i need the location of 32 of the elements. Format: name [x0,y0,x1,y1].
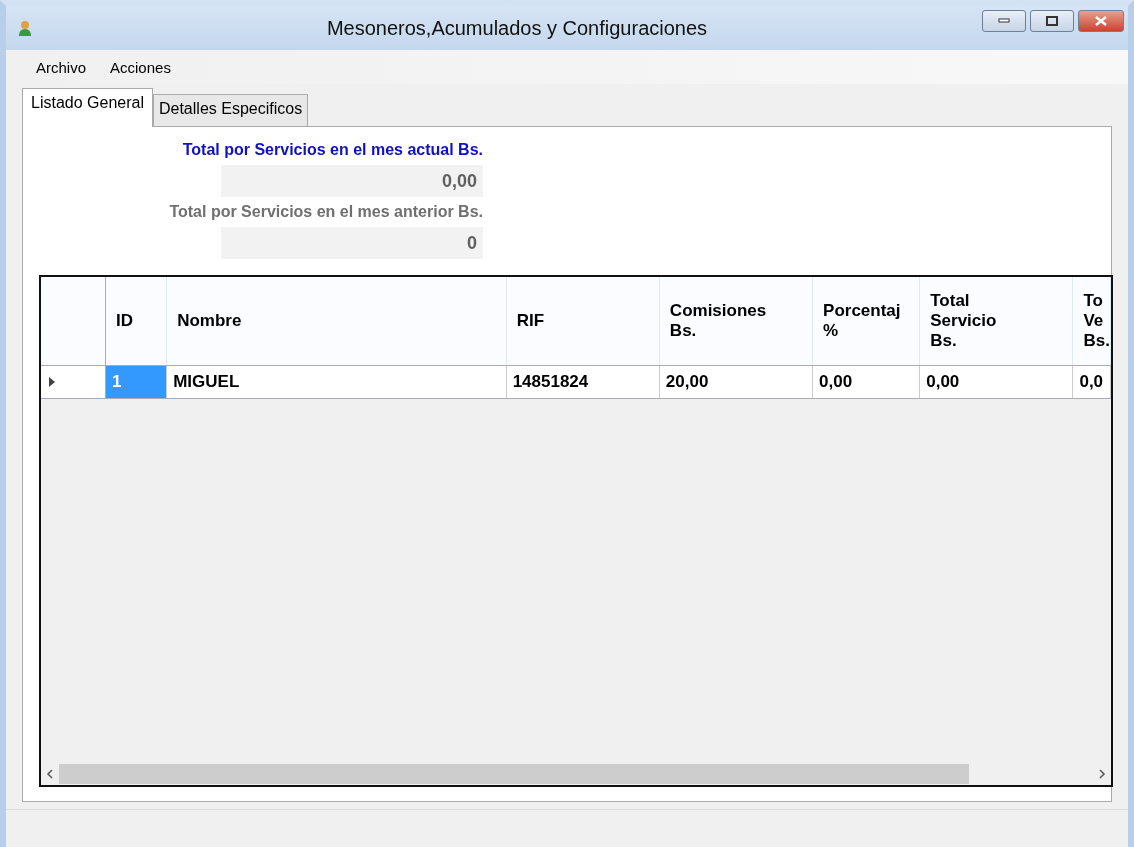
close-icon [1094,16,1108,26]
table-cell[interactable]: 0,0 [1072,365,1111,399]
total-label: Total por Servicios en el mes anterior Bs. [169,203,483,222]
scroll-thumb[interactable] [59,764,969,784]
scroll-left-icon[interactable] [45,768,55,780]
table-cell[interactable]: 20,00 [659,365,813,399]
person-icon [18,20,32,36]
table-cell[interactable]: 0,00 [812,365,920,399]
table-cell[interactable]: 14851824 [506,365,660,399]
column-header[interactable]: Nombre [166,277,507,366]
tab[interactable]: Listado General [22,88,153,127]
menu-item[interactable]: Archivo [28,55,95,79]
column-header[interactable]: Comisiones Bs. [659,277,813,366]
total-field: 0 [221,227,483,259]
column-header[interactable]: Total Servicio Bs. [919,277,1073,366]
scroll-right-icon[interactable] [1097,768,1107,780]
current-row-icon [49,377,55,387]
window-title: Mesoneros,Acumulados y Configuraciones [325,16,709,40]
maximize-button[interactable] [1030,10,1074,32]
minimize-icon [998,18,1010,24]
table-cell[interactable]: 0,00 [919,365,1073,399]
column-header[interactable]: RIF [506,277,660,366]
column-header[interactable]: To Ve Bs. [1072,277,1111,366]
close-button[interactable] [1078,10,1124,32]
table-cell[interactable]: MIGUEL [166,365,507,399]
menu-item[interactable]: Acciones [102,55,179,79]
column-header[interactable]: Porcentaj % [812,277,920,366]
total-field: 0,00 [221,165,483,197]
total-label: Total por Servicios en el mes actual Bs. [182,141,483,160]
tab[interactable]: Detalles Especificos [152,94,309,126]
column-header[interactable]: ID [105,277,167,366]
maximize-icon [1046,16,1058,26]
